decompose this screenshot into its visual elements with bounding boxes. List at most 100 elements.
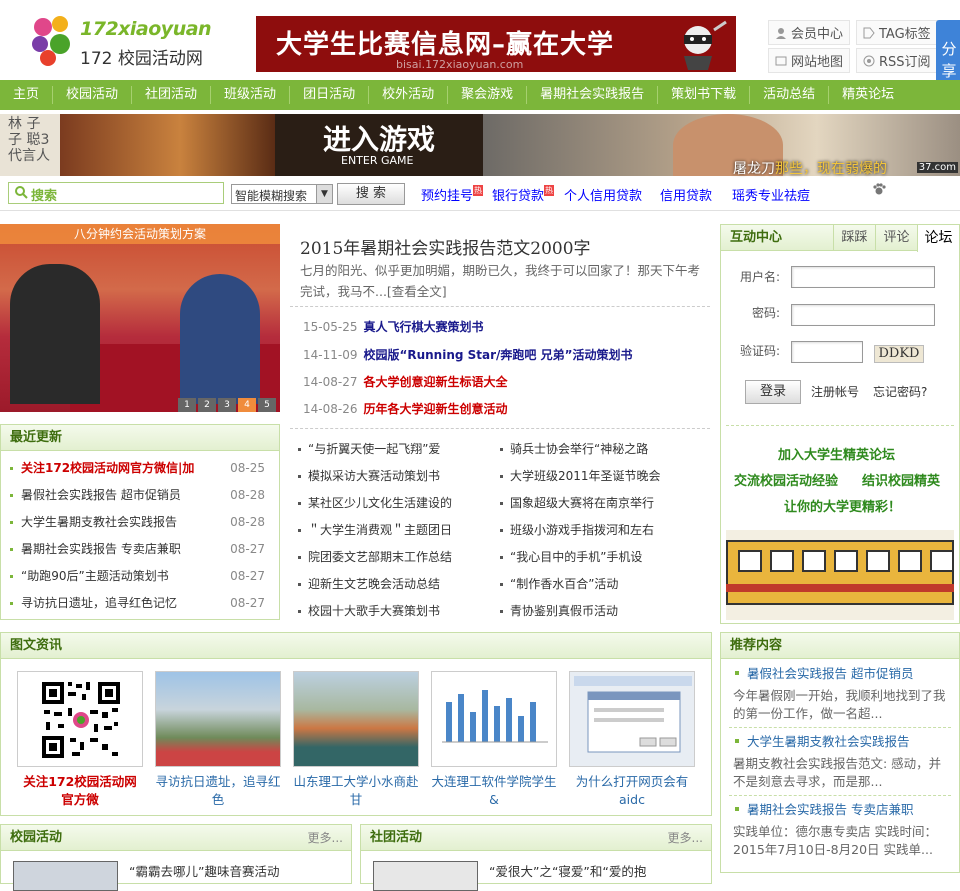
search-link-bank-loan[interactable]: 银行贷款热	[492, 185, 555, 204]
nav-item-campus[interactable]: 校园活动	[53, 86, 133, 104]
list-item[interactable]: 大学班级2011年圣诞节晚会	[500, 463, 710, 490]
featured-item[interactable]: 15-05-25 真人飞行棋大赛策划书	[303, 318, 483, 335]
search-link-credit-loan[interactable]: 信用贷款	[660, 185, 712, 204]
list-item[interactable]: “制作香水百合”活动	[500, 571, 710, 598]
recommended-item[interactable]: 暑期社会实践报告 专卖店兼职 实践单位：德尔惠专卖店 实践时间：2015年7月1…	[721, 801, 959, 859]
list-item[interactable]: 寻访抗日遗址，追寻红色记忆 08-27	[1, 590, 279, 617]
list-item[interactable]: “霸霸去哪儿”趣味音赛活动	[129, 861, 279, 880]
list-item[interactable]: 迎新生文艺晚会活动总结	[298, 571, 498, 598]
list-item[interactable]: 大学生暑期支教社会实践报告 08-28	[1, 509, 279, 536]
news-photo[interactable]	[293, 671, 419, 767]
slideshow[interactable]: 八分钟约会活动策划方案 1 2 3 4 5	[0, 224, 280, 412]
register-link[interactable]: 注册帐号	[811, 383, 859, 400]
search-link-appointment[interactable]: 预约挂号热	[421, 185, 484, 204]
featured-title[interactable]: 2015年暑期社会实践报告范文2000字	[300, 234, 591, 259]
list-item[interactable]: 骑兵士协会举行“神秘之路	[500, 436, 710, 463]
nav-item-class[interactable]: 班级活动	[211, 86, 291, 104]
ad-right-image[interactable]: 屠龙刀那些，现在弱爆的 37.com	[483, 114, 960, 177]
list-item[interactable]: 青协鉴别真假币活动	[500, 598, 710, 625]
list-item[interactable]: 暑假社会实践报告 超市促销员 08-28	[1, 482, 279, 509]
list-item[interactable]: “我心目中的手机”手机设	[500, 544, 710, 571]
qr-code-image[interactable]	[17, 671, 143, 767]
nav-item-forum[interactable]: 精英论坛	[829, 86, 907, 104]
forum-train-illustration[interactable]	[726, 530, 954, 620]
featured-item[interactable]: 14-08-27 各大学创意迎新生标语大全	[303, 373, 507, 390]
forum-promo-line[interactable]: 结识校园精英	[862, 470, 940, 489]
list-item[interactable]: “爱很大”之“寝爱”和“爱的抱	[489, 861, 646, 880]
slide-page-button[interactable]: 5	[258, 398, 276, 412]
search-button[interactable]: 搜 索	[337, 183, 405, 205]
news-photo[interactable]	[155, 671, 281, 767]
nav-item-plan-download[interactable]: 策划书下载	[658, 86, 751, 104]
enter-game-button[interactable]: 进入游戏 ENTER GAME	[275, 114, 483, 176]
nav-item-summer-report[interactable]: 暑期社会实践报告	[527, 86, 659, 104]
list-item[interactable]: 模拟采访大赛活动策划书	[298, 463, 498, 490]
featured-summary[interactable]: 七月的阳光、似乎更加明媚，期盼已久，我终于可以回家了！那天下午考完试，我马不..…	[300, 260, 700, 302]
forum-promo-line[interactable]: 交流校园活动经验	[734, 470, 838, 489]
captcha-field[interactable]	[791, 341, 863, 363]
list-item[interactable]: 某社区少儿文化生活建设的	[298, 490, 498, 517]
password-field[interactable]	[791, 304, 935, 326]
search-input[interactable]: 搜索	[8, 182, 224, 204]
search-link-acne[interactable]: 瑶秀专业祛痘	[732, 185, 810, 204]
game-ad-strip[interactable]: 林 子 子 聪3 代言人 进入游戏 ENTER GAME 屠龙刀那些，现在弱爆的…	[0, 114, 960, 177]
slide-page-button[interactable]: 2	[198, 398, 216, 412]
tag-link[interactable]: TAG标签	[856, 20, 938, 45]
paw-icon[interactable]	[872, 182, 886, 196]
search-mode-select[interactable]: 智能模糊搜索 ▼	[231, 184, 333, 204]
forum-promo-line[interactable]: 让你的大学更精彩！	[784, 496, 901, 515]
news-caption[interactable]: 为什么打开网页会有aidc	[569, 773, 695, 809]
forum-promo-line[interactable]: 加入大学生精英论坛	[778, 444, 895, 463]
featured-item[interactable]: 14-08-26 历年各大学迎新生创意活动	[303, 400, 507, 417]
recommended-item[interactable]: 大学生暑期支教社会实践报告 暑期支教社会实践报告范文: 感动，并不是刻意去寻求，…	[721, 733, 959, 791]
nav-item-home[interactable]: 主页	[0, 86, 54, 104]
nav-item-offcampus[interactable]: 校外活动	[369, 86, 449, 104]
list-item[interactable]: “助跑90后”主题活动策划书 08-27	[1, 563, 279, 590]
rss-link[interactable]: RSS订阅	[856, 48, 938, 73]
slide-page-button[interactable]: 4	[238, 398, 256, 412]
tab-comments[interactable]: 评论	[875, 225, 917, 250]
chart-screenshot-image[interactable]	[431, 671, 557, 767]
club-more-link[interactable]: 更多...	[668, 825, 703, 851]
nav-item-party-games[interactable]: 聚会游戏	[448, 86, 528, 104]
list-item[interactable]: 班级小游戏手指拨河和左右	[500, 517, 710, 544]
news-photo[interactable]	[373, 861, 478, 891]
news-caption[interactable]: 关注172校园活动网官方微	[17, 773, 143, 809]
list-item[interactable]: 国象超级大赛将在南京举行	[500, 490, 710, 517]
nav-item-summary[interactable]: 活动总结	[750, 86, 830, 104]
recommended-item-title[interactable]: 大学生暑期支教社会实践报告	[733, 733, 951, 751]
list-item[interactable]: ＂大学生消费观＂主题团日	[298, 517, 498, 544]
news-caption[interactable]: 山东理工大学小水商赴甘	[293, 773, 419, 809]
slide-caption[interactable]: 八分钟约会活动策划方案	[0, 224, 280, 244]
nav-item-club[interactable]: 社团活动	[132, 86, 212, 104]
recommended-item-title[interactable]: 暑假社会实践报告 超市促销员	[733, 665, 951, 683]
captcha-image[interactable]: DDKD	[874, 345, 924, 363]
nav-item-league-day[interactable]: 团日活动	[290, 86, 370, 104]
news-caption[interactable]: 大连理工软件学院学生&	[431, 773, 557, 809]
forgot-password-link[interactable]: 忘记密码?	[873, 383, 927, 400]
sitemap-link[interactable]: 网站地图	[768, 48, 851, 73]
campus-more-link[interactable]: 更多...	[308, 825, 343, 851]
news-photo[interactable]	[13, 861, 118, 891]
username-field[interactable]	[791, 266, 935, 288]
recommended-item-title[interactable]: 暑期社会实践报告 专卖店兼职	[733, 801, 951, 819]
featured-item[interactable]: 14-11-09 校园版“Running Star/奔跑吧 兄弟”活动策划书	[303, 346, 633, 363]
tab-cai[interactable]: 踩踩	[833, 225, 875, 250]
slide-page-button[interactable]: 1	[178, 398, 196, 412]
tab-forum[interactable]: 论坛	[917, 225, 959, 252]
site-logo[interactable]: 172xiaoyuan 172 校园活动网	[30, 14, 230, 70]
login-button[interactable]: 登录	[745, 380, 801, 404]
list-item[interactable]: “与折翼天使一起飞翔”爱	[298, 436, 498, 463]
list-item[interactable]: 院团委文艺部期末工作总结	[298, 544, 498, 571]
list-item[interactable]: 校园十大歌手大赛策划书	[298, 598, 498, 625]
slide-page-button[interactable]: 3	[218, 398, 236, 412]
news-caption[interactable]: 寻访抗日遗址，追寻红色	[155, 773, 281, 809]
banner-ad[interactable]: 大学生比赛信息网–赢在大学 bisai.172xiaoyuan.com	[256, 16, 736, 72]
list-item[interactable]: 关注172校园活动网官方微信|加 08-25	[1, 455, 279, 482]
member-center-link[interactable]: 会员中心	[768, 20, 851, 45]
recommended-item[interactable]: 暑假社会实践报告 超市促销员 今年暑假刚一开始，我顺利地找到了我的第一份工作，做…	[721, 665, 959, 723]
ad-left-image[interactable]: 林 子 子 聪3 代言人	[0, 114, 275, 176]
dialog-screenshot-image[interactable]	[569, 671, 695, 767]
list-item[interactable]: 暑期社会实践报告 专卖店兼职 08-27	[1, 536, 279, 563]
search-link-personal-loan[interactable]: 个人信用贷款	[564, 185, 642, 204]
